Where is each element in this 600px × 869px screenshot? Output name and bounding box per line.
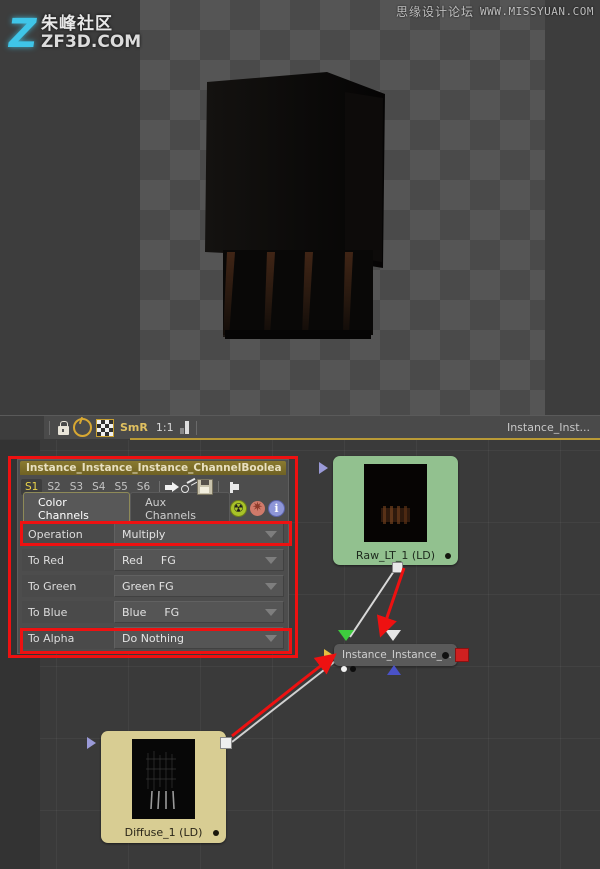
chevron-down-icon[interactable] xyxy=(265,531,277,538)
node-label: Raw_LT_1 (LD) xyxy=(355,549,436,562)
gear-icon[interactable] xyxy=(250,500,265,516)
node-input-yellow-triangle-icon[interactable] xyxy=(324,649,333,661)
radioactive-icon[interactable] xyxy=(230,500,247,517)
alpha-checker-button[interactable] xyxy=(94,418,116,438)
watermark-zf3d-en: ZF3D.COM xyxy=(41,32,142,52)
node-input-green-triangle-icon[interactable] xyxy=(338,630,354,641)
viewport-left-margin xyxy=(0,0,140,415)
viewport-right-margin xyxy=(545,0,600,415)
save-disk-icon[interactable] xyxy=(197,479,214,495)
watermark-zf3d: Z 朱峰社区 ZF3D.COM xyxy=(4,11,142,57)
toolbar-left-pad xyxy=(0,416,44,439)
viewport-node-title: Instance_Inst... xyxy=(506,421,590,434)
levels-button[interactable] xyxy=(178,418,191,438)
node-status-dot xyxy=(442,652,449,659)
property-label: Operation xyxy=(22,523,114,545)
node-status-dot xyxy=(213,830,219,836)
transparency-checkerboard xyxy=(140,0,545,415)
property-row-to-alpha[interactable]: To Alpha Do Nothing xyxy=(22,627,284,649)
lock-icon xyxy=(57,420,69,435)
panel-title: Instance_Instance_Instance_ChannelBoolea xyxy=(20,461,286,475)
node-output-blue-triangle-icon[interactable] xyxy=(387,665,401,675)
arrow-right-icon[interactable] xyxy=(165,481,180,493)
property-value: Blue xyxy=(122,605,147,619)
chevron-down-icon[interactable] xyxy=(265,609,277,616)
watermark-missyuan-cn: 思缘设计论坛 xyxy=(396,5,475,19)
node-input-white-triangle-icon[interactable] xyxy=(385,630,401,641)
zoom-ratio-label[interactable]: 1:1 xyxy=(152,421,178,434)
property-dropdown[interactable]: Do Nothing xyxy=(114,627,284,649)
node-input-triangle-icon[interactable] xyxy=(319,462,328,474)
watermark-missyuan: 思缘设计论坛 WWW.MISSYUAN.COM xyxy=(396,3,594,20)
property-dropdown[interactable]: Multiply xyxy=(114,523,284,545)
node-label: Instance_Instance_... xyxy=(342,649,452,661)
gamma-circle-icon xyxy=(73,418,92,437)
chevron-down-icon[interactable] xyxy=(265,635,277,642)
property-value-secondary: FG xyxy=(164,605,180,619)
chevron-down-icon[interactable] xyxy=(265,557,277,564)
node-label: Diffuse_1 (LD) xyxy=(124,826,203,839)
tab-color-channels[interactable]: Color Channels xyxy=(23,491,131,526)
property-value: Multiply xyxy=(122,527,166,541)
tab-aux-channels[interactable]: Aux Channels xyxy=(130,491,230,526)
info-icon[interactable] xyxy=(268,500,285,517)
key-icon[interactable] xyxy=(181,481,196,493)
property-label: To Blue xyxy=(22,601,114,623)
chevron-down-icon[interactable] xyxy=(265,583,277,590)
node-status-dot xyxy=(445,553,451,559)
watermark-missyuan-url: WWW.MISSYUAN.COM xyxy=(480,5,594,18)
property-label: To Green xyxy=(22,575,114,597)
property-value: Do Nothing xyxy=(122,631,184,645)
node-thumbnail xyxy=(364,464,427,542)
viewport-toolbar: SmR 1:1 Instance_Inst... xyxy=(0,415,600,439)
property-value-secondary: FG xyxy=(160,553,176,567)
toolbar-divider-2 xyxy=(195,420,197,435)
property-row-to-green[interactable]: To Green Green FG xyxy=(22,575,284,597)
node-properties-panel[interactable]: Instance_Instance_Instance_ChannelBoolea… xyxy=(17,459,289,654)
property-dropdown[interactable]: Green FG xyxy=(114,575,284,597)
alpha-checker-icon xyxy=(96,418,114,437)
node-output-port-active[interactable] xyxy=(455,648,469,662)
node-thumbnail xyxy=(132,739,195,819)
node-diffuse-1[interactable]: Diffuse_1 (LD) xyxy=(87,731,232,843)
node-input-triangle-icon[interactable] xyxy=(87,737,96,749)
toolbar-divider xyxy=(49,420,50,435)
zf3d-logo-icon: Z xyxy=(4,11,41,57)
node-instance-channelboolean[interactable]: Instance_Instance_... xyxy=(324,644,469,666)
levels-bars-icon xyxy=(179,421,189,434)
property-row-to-red[interactable]: To Red Red FG xyxy=(22,549,284,571)
property-label: To Alpha xyxy=(22,627,114,649)
pin-icon[interactable] xyxy=(224,481,240,494)
lock-button[interactable] xyxy=(55,418,71,438)
panel-header-icons xyxy=(230,500,285,517)
node-output-port[interactable] xyxy=(392,562,403,573)
node-raw-lt-1[interactable]: Raw_LT_1 (LD) xyxy=(319,456,458,573)
property-dropdown[interactable]: Red FG xyxy=(114,549,284,571)
property-label: To Red xyxy=(22,549,114,571)
property-row-operation[interactable]: Operation Multiply xyxy=(22,523,284,545)
smr-label[interactable]: SmR xyxy=(116,421,152,434)
property-row-to-blue[interactable]: To Blue Blue FG xyxy=(22,601,284,623)
property-value: Green FG xyxy=(122,579,174,593)
node-bottom-dots xyxy=(341,666,356,672)
property-dropdown[interactable]: Blue FG xyxy=(114,601,284,623)
render-viewport[interactable]: Z 朱峰社区 ZF3D.COM 思缘设计论坛 WWW.MISSYUAN.COM xyxy=(0,0,600,415)
node-output-port[interactable] xyxy=(220,737,232,749)
channel-tab-row[interactable]: Color Channels Aux Channels xyxy=(23,491,285,526)
property-value: Red xyxy=(122,553,143,567)
gamma-button[interactable] xyxy=(71,418,94,438)
